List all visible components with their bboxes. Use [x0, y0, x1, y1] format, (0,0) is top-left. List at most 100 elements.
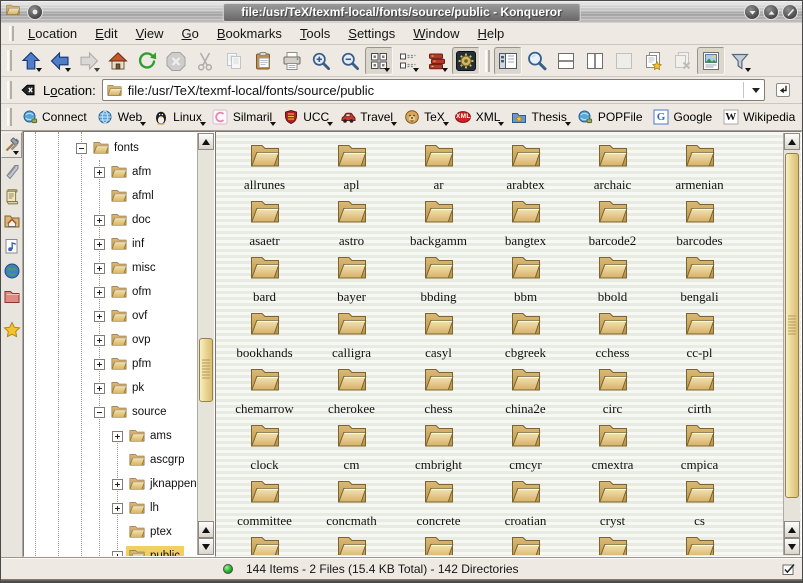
list-view-button[interactable]	[394, 47, 422, 75]
tree-item-pfm[interactable]: pfm	[24, 352, 197, 376]
folder-cbgreek[interactable]: cbgreek	[482, 309, 569, 365]
tree-item-ptex[interactable]: ptex	[24, 520, 197, 544]
tree-item-inf[interactable]: inf	[24, 232, 197, 256]
show-sidebar-button[interactable]	[494, 47, 522, 75]
folder-cmpica[interactable]: cmpica	[656, 421, 743, 477]
tree-item-fonts[interactable]: fonts	[24, 136, 197, 160]
status-checkbox-icon[interactable]	[781, 561, 796, 576]
folder-cmcyr[interactable]: cmcyr	[482, 421, 569, 477]
bookmark-xml[interactable]: XMLXML	[451, 106, 507, 128]
menu-settings[interactable]: Settings	[339, 24, 404, 43]
folder-armenian[interactable]: armenian	[656, 141, 743, 197]
sidebar-root-tab[interactable]	[1, 283, 22, 308]
bookmark-tex[interactable]: TeX	[399, 106, 451, 128]
expand-icon[interactable]	[112, 551, 123, 556]
bookmark-thesis[interactable]: Thesis	[506, 106, 572, 128]
folder-backgamm[interactable]: backgamm	[395, 197, 482, 253]
tree-item-ovp[interactable]: ovp	[24, 328, 197, 352]
sidebar-configure-button[interactable]	[1, 132, 22, 158]
menu-bookmarks[interactable]: Bookmarks	[208, 24, 291, 43]
folder-apl[interactable]: apl	[308, 141, 395, 197]
folder-croatian[interactable]: croatian	[482, 477, 569, 533]
expand-icon[interactable]	[94, 359, 105, 370]
folder-cirth[interactable]: cirth	[656, 365, 743, 421]
expand-icon[interactable]	[94, 239, 105, 250]
folder-casyl[interactable]: casyl	[395, 309, 482, 365]
sticky-button[interactable]	[27, 4, 43, 20]
folder-concrete[interactable]: concrete	[395, 477, 482, 533]
toolbar-handle[interactable]	[7, 108, 12, 126]
split-view-left-right-button[interactable]	[581, 47, 609, 75]
menu-go[interactable]: Go	[173, 24, 208, 43]
folder-unlabeled[interactable]	[308, 533, 395, 555]
folder-cchess[interactable]: cchess	[569, 309, 656, 365]
remove-view-button[interactable]	[610, 47, 638, 75]
folder-barcodes[interactable]: barcodes	[656, 197, 743, 253]
folder-ar[interactable]: ar	[395, 141, 482, 197]
menu-tools[interactable]: Tools	[291, 24, 339, 43]
folder-astro[interactable]: astro	[308, 197, 395, 253]
sidebar-network-tab[interactable]	[1, 258, 22, 283]
new-tab-button[interactable]	[639, 47, 667, 75]
folder-barcode2[interactable]: barcode2	[569, 197, 656, 253]
folder-china2e[interactable]: china2e	[482, 365, 569, 421]
folder-unlabeled[interactable]	[569, 533, 656, 555]
folder-concmath[interactable]: concmath	[308, 477, 395, 533]
folder-allrunes[interactable]: allrunes	[221, 141, 308, 197]
folder-bard[interactable]: bard	[221, 253, 308, 309]
folder-bangtex[interactable]: bangtex	[482, 197, 569, 253]
folder-cc-pl[interactable]: cc-pl	[656, 309, 743, 365]
folder-unlabeled[interactable]	[221, 533, 308, 555]
toolbar-handle[interactable]	[7, 81, 12, 99]
back-button[interactable]	[46, 47, 74, 75]
menu-window[interactable]: Window	[404, 24, 468, 43]
go-button[interactable]	[770, 78, 796, 102]
toolbar-handle[interactable]	[9, 26, 14, 41]
maximize-button[interactable]	[763, 4, 779, 20]
folder-archaic[interactable]: archaic	[569, 141, 656, 197]
menu-help[interactable]: Help	[469, 24, 514, 43]
sidebar-history-tab[interactable]	[1, 183, 22, 208]
tree-item-source[interactable]: source	[24, 400, 197, 424]
tree-item-afm[interactable]: afm	[24, 160, 197, 184]
expand-icon[interactable]	[94, 215, 105, 226]
folder-cm[interactable]: cm	[308, 421, 395, 477]
tree-item-ofm[interactable]: ofm	[24, 280, 197, 304]
folder-arabtex[interactable]: arabtex	[482, 141, 569, 197]
bookmark-connect[interactable]: Connect	[17, 106, 93, 128]
bookmark-wikipedia[interactable]: WWikipedia	[718, 106, 801, 128]
folder-asaetr[interactable]: asaetr	[221, 197, 308, 253]
bookmark-linux[interactable]: Linux	[148, 106, 208, 128]
folder-chemarrow[interactable]: chemarrow	[221, 365, 308, 421]
folder-bbding[interactable]: bbding	[395, 253, 482, 309]
expand-icon[interactable]	[94, 335, 105, 346]
tree-scrollbar-thumb[interactable]	[199, 338, 213, 402]
folder-cmbright[interactable]: cmbright	[395, 421, 482, 477]
expand-icon[interactable]	[112, 479, 123, 490]
folder-bengali[interactable]: bengali	[656, 253, 743, 309]
tree-item-ovf[interactable]: ovf	[24, 304, 197, 328]
scroll-down-button[interactable]	[198, 538, 214, 555]
folder-cmextra[interactable]: cmextra	[569, 421, 656, 477]
folder-bbm[interactable]: bbm	[482, 253, 569, 309]
folder-unlabeled[interactable]	[395, 533, 482, 555]
folder-calligra[interactable]: calligra	[308, 309, 395, 365]
collapse-icon[interactable]	[76, 143, 87, 154]
multicolumn-view-button[interactable]	[423, 47, 451, 75]
scroll-up-button[interactable]	[198, 133, 214, 150]
main-scrollbar-thumb[interactable]	[785, 153, 799, 498]
up-button[interactable]	[17, 47, 45, 75]
zoom-in-button[interactable]	[307, 47, 335, 75]
folder-clock[interactable]: clock	[221, 421, 308, 477]
paste-button[interactable]	[249, 47, 277, 75]
cut-button[interactable]	[191, 47, 219, 75]
reload-button[interactable]	[133, 47, 161, 75]
menu-edit[interactable]: Edit	[86, 24, 126, 43]
scroll-up-button[interactable]	[198, 521, 214, 538]
tree-item-public[interactable]: public	[24, 544, 197, 556]
folder-circ[interactable]: circ	[569, 365, 656, 421]
embedded-viewer-button[interactable]	[452, 47, 480, 75]
scroll-up-button[interactable]	[784, 521, 800, 538]
collapse-icon[interactable]	[94, 407, 105, 418]
bookmark-silmaril[interactable]: Silmaril	[208, 106, 278, 128]
